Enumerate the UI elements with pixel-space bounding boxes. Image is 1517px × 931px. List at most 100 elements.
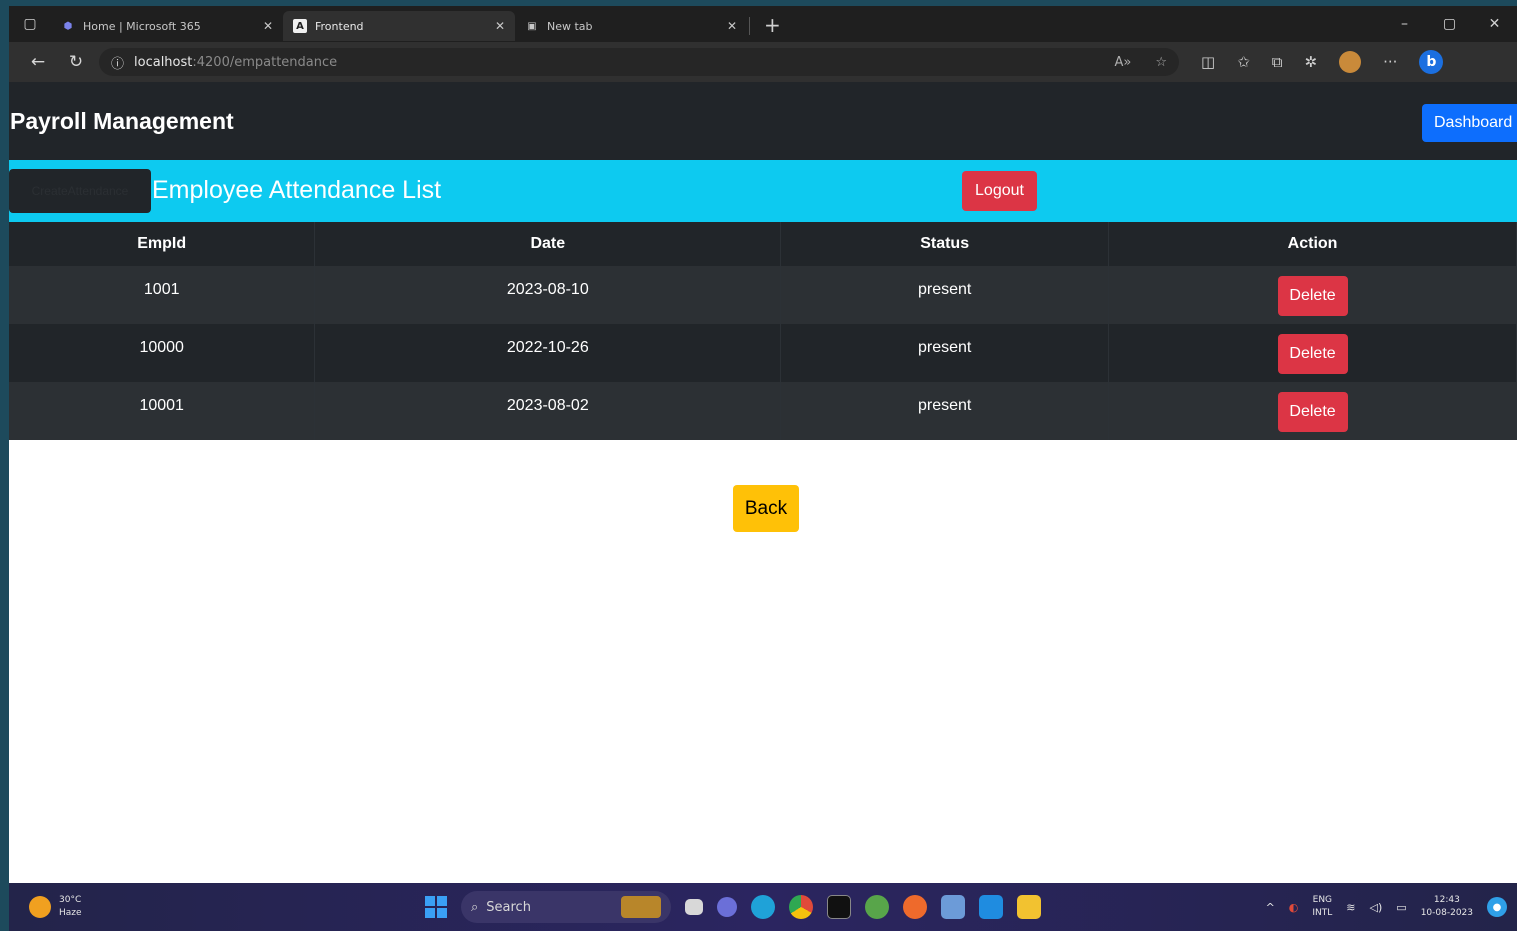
tray-app-icon[interactable]: ◐: [1289, 901, 1299, 914]
edge-icon[interactable]: [751, 895, 775, 919]
clock-date: 10-08-2023: [1420, 908, 1473, 918]
attendance-header-bar: CreateAttendance Employee Attendance Lis…: [9, 160, 1517, 222]
new-tab-icon[interactable]: +: [752, 13, 793, 37]
weather-sun-icon: [29, 896, 51, 918]
lang-top: ENG: [1312, 895, 1333, 905]
postman-icon[interactable]: [903, 895, 927, 919]
cell-empid: 10001: [9, 382, 316, 440]
app-icon[interactable]: [941, 895, 965, 919]
chevron-up-icon[interactable]: ^: [1266, 901, 1275, 914]
terminal-icon[interactable]: [827, 895, 851, 919]
cell-status: present: [780, 382, 1110, 440]
url-host: localhost: [134, 54, 193, 70]
browser-extensions: ◫ ✩ ⧉ ✲ ··· b: [1201, 50, 1444, 74]
taskbar-search[interactable]: ⌕ Search: [461, 891, 671, 923]
weather-widget[interactable]: 30°C Haze: [29, 894, 82, 920]
address-bar[interactable]: ⓘ localhost :4200/empattendance A» ☆: [99, 48, 1179, 76]
back-button[interactable]: Back: [733, 485, 799, 532]
cell-action: Delete: [1108, 266, 1517, 324]
search-icon: ⌕: [471, 899, 479, 915]
address-bar-actions: A» ☆: [1114, 55, 1167, 70]
close-icon[interactable]: ✕: [263, 19, 273, 33]
read-aloud-icon[interactable]: A»: [1114, 55, 1131, 70]
table-row: 10001 2023-08-02 present Delete: [9, 382, 1517, 440]
wifi-icon[interactable]: ≋: [1346, 901, 1355, 914]
volume-icon[interactable]: ◁): [1370, 901, 1383, 914]
task-view-icon[interactable]: [685, 899, 703, 915]
clock[interactable]: 12:43 10-08-2023: [1421, 894, 1473, 920]
cell-action: Delete: [1108, 382, 1517, 440]
tab-separator: [749, 17, 750, 35]
close-icon[interactable]: ✕: [495, 19, 505, 33]
refresh-icon[interactable]: ↻: [57, 52, 95, 72]
tab-frontend[interactable]: A Frontend ✕: [283, 11, 515, 41]
delete-button[interactable]: Delete: [1277, 392, 1348, 432]
chat-icon[interactable]: [717, 897, 737, 917]
vscode-icon[interactable]: [979, 895, 1003, 919]
tab-newtab[interactable]: ▣ New tab ✕: [515, 11, 747, 41]
logout-button[interactable]: Logout: [962, 171, 1037, 211]
close-icon[interactable]: ✕: [727, 19, 737, 33]
file-explorer-icon[interactable]: [1017, 895, 1041, 919]
browser-tab-strip: ▢ ⬢ Home | Microsoft 365 ✕ A Frontend ✕ …: [9, 6, 1517, 42]
browser-toolbar: ← ↻ ⓘ localhost :4200/empattendance A» ☆…: [9, 42, 1517, 82]
cell-status: present: [780, 324, 1110, 382]
info-icon[interactable]: ⓘ: [111, 53, 124, 72]
spring-tool-icon[interactable]: [865, 895, 889, 919]
extensions-icon[interactable]: ✲: [1304, 53, 1317, 71]
header-status: Status: [780, 222, 1110, 266]
search-highlight-icon: [621, 896, 661, 918]
windows-start-icon[interactable]: [425, 896, 447, 918]
chrome-icon[interactable]: [789, 895, 813, 919]
newtab-icon: ▣: [527, 20, 537, 32]
create-attendance-button[interactable]: CreateAttendance: [9, 169, 151, 213]
cell-action: Delete: [1108, 324, 1517, 382]
more-icon[interactable]: ···: [1383, 53, 1397, 71]
attendance-table: EmpId Date Status Action 1001 2023-08-10…: [9, 222, 1517, 440]
profile-avatar[interactable]: [1339, 51, 1362, 73]
cell-date: 2023-08-10: [314, 266, 782, 324]
table-row: 10000 2022-10-26 present Delete: [9, 324, 1517, 382]
tab-m365[interactable]: ⬢ Home | Microsoft 365 ✕: [51, 11, 283, 41]
favorite-star-icon[interactable]: ☆: [1155, 55, 1167, 70]
angular-icon: A: [293, 19, 307, 33]
taskbar-apps: ⌕ Search: [425, 883, 1041, 931]
weather-condition: Haze: [59, 908, 82, 918]
taskbar: 30°C Haze ⌕ Search ^ ◐ ENG INTL ≋ ◁) ▭ 1…: [9, 883, 1517, 931]
header-action: Action: [1108, 222, 1517, 266]
tab-title: Home | Microsoft 365: [83, 19, 201, 33]
tab-actions-icon[interactable]: ▢: [9, 6, 51, 42]
back-arrow-icon[interactable]: ←: [19, 52, 57, 72]
dashboard-button[interactable]: Dashboard: [1422, 104, 1517, 142]
tab-title: New tab: [547, 19, 593, 33]
header-date: Date: [314, 222, 782, 266]
screen: ▢ ⬢ Home | Microsoft 365 ✕ A Frontend ✕ …: [9, 6, 1517, 931]
minimize-icon[interactable]: –: [1382, 16, 1427, 32]
favorites-icon[interactable]: ✩: [1237, 53, 1250, 71]
collections-icon[interactable]: ⧉: [1272, 53, 1283, 71]
weather-text: 30°C Haze: [59, 894, 82, 920]
split-screen-icon[interactable]: ◫: [1201, 53, 1215, 71]
weather-temperature: 30°C: [59, 895, 82, 905]
delete-button[interactable]: Delete: [1277, 334, 1348, 374]
table-header-row: EmpId Date Status Action: [9, 222, 1517, 266]
delete-button[interactable]: Delete: [1277, 276, 1348, 316]
clock-time: 12:43: [1433, 895, 1460, 905]
bing-icon[interactable]: b: [1419, 50, 1444, 74]
lang-bottom: INTL: [1312, 908, 1333, 918]
battery-icon[interactable]: ▭: [1396, 901, 1406, 914]
cell-empid: 10000: [9, 324, 316, 382]
header-empid: EmpId: [9, 222, 316, 266]
notification-icon[interactable]: ●: [1487, 897, 1507, 917]
cell-date: 2023-08-02: [314, 382, 782, 440]
m365-icon: ⬢: [63, 20, 73, 32]
tab-title: Frontend: [315, 19, 364, 33]
search-label: Search: [486, 899, 531, 915]
page-title: Employee Attendance List: [152, 176, 442, 204]
language-indicator[interactable]: ENG INTL: [1312, 894, 1332, 920]
restore-icon[interactable]: ▢: [1427, 16, 1472, 32]
cell-date: 2022-10-26: [314, 324, 782, 382]
window-close-icon[interactable]: ✕: [1472, 16, 1517, 32]
brand-title: Payroll Management: [10, 108, 234, 134]
window-controls: – ▢ ✕: [1382, 16, 1517, 32]
